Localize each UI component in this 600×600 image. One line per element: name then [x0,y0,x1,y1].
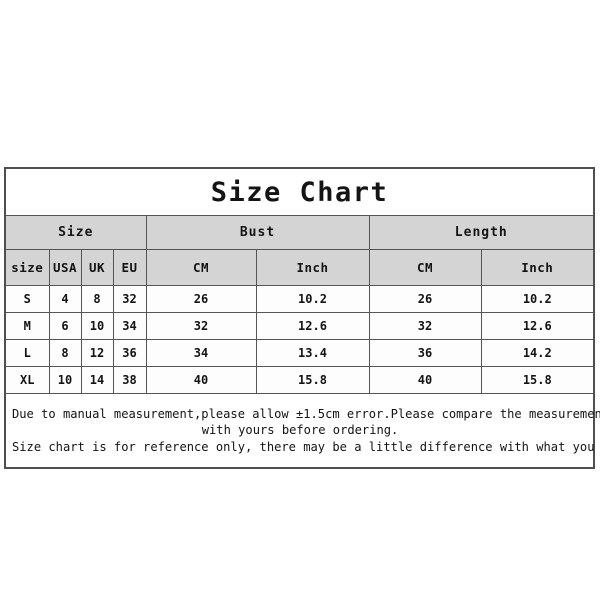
cell-bust-inch: 13.4 [255,339,370,367]
cell-usa: 6 [48,312,82,340]
cell-length-cm: 40 [368,366,482,394]
size-chart-container: Size Chart Size Bust Length size USA UK … [4,167,600,469]
size-chart-table: Size Chart Size Bust Length size USA UK … [4,167,600,469]
cell-size: S [4,285,50,313]
cell-size: L [4,339,50,367]
cell-eu: 32 [112,285,147,313]
cell-usa: 8 [48,339,82,367]
measurement-disclaimer: Due to manual measurement,please allow ±… [4,393,600,469]
column-header-length-cm: CM [368,249,482,286]
column-header-bust-inch: Inch [255,249,370,286]
cell-length-inch: 14.2 [480,339,595,367]
cell-bust-cm: 40 [145,366,257,394]
cell-length-inch: 12.6 [480,312,595,340]
cell-size: XL [4,366,50,394]
cell-usa: 4 [48,285,82,313]
cell-bust-cm: 26 [145,285,257,313]
column-header-size: size [4,249,50,286]
cell-uk: 8 [80,285,114,313]
cell-length-cm: 32 [368,312,482,340]
cell-bust-inch: 15.8 [255,366,370,394]
cell-length-inch: 15.8 [480,366,595,394]
column-header-eu: EU [112,249,147,286]
cell-length-cm: 26 [368,285,482,313]
column-header-length-inch: Inch [480,249,595,286]
cell-eu: 34 [112,312,147,340]
table-row: L 8 12 36 34 13.4 36 14.2 [4,339,595,367]
table-row: S 4 8 32 26 10.2 26 10.2 [4,285,595,313]
cell-usa: 10 [48,366,82,394]
disclaimer-line-1: Due to manual measurement,please allow ±… [12,407,600,422]
group-header-length: Length [368,215,595,250]
cell-eu: 38 [112,366,147,394]
cell-bust-inch: 10.2 [255,285,370,313]
group-header-bust: Bust [145,215,370,250]
cell-uk: 12 [80,339,114,367]
cell-bust-cm: 32 [145,312,257,340]
column-header-bust-cm: CM [145,249,257,286]
group-header-size: Size [4,215,147,250]
column-header-row: size USA UK EU CM Inch CM Inch [4,249,595,286]
cell-uk: 10 [80,312,114,340]
table-row: M 6 10 34 32 12.6 32 12.6 [4,312,595,340]
size-chart-page: Size Chart Size Bust Length size USA UK … [0,0,600,600]
group-header-row: Size Bust Length [4,215,595,250]
page-title: Size Chart [4,167,595,216]
cell-length-cm: 36 [368,339,482,367]
column-header-usa: USA [48,249,82,286]
cell-bust-cm: 34 [145,339,257,367]
cell-eu: 36 [112,339,147,367]
cell-bust-inch: 12.6 [255,312,370,340]
title-row: Size Chart [4,167,595,216]
disclaimer-line-3: Size chart is for reference only, there … [12,439,600,454]
table-row: XL 10 14 38 40 15.8 40 15.8 [4,366,595,394]
notes-row: Due to manual measurement,please allow ±… [4,393,600,469]
cell-size: M [4,312,50,340]
column-header-uk: UK [80,249,114,286]
cell-length-inch: 10.2 [480,285,595,313]
disclaimer-line-2: with yours before ordering. [201,423,399,438]
cell-uk: 14 [80,366,114,394]
